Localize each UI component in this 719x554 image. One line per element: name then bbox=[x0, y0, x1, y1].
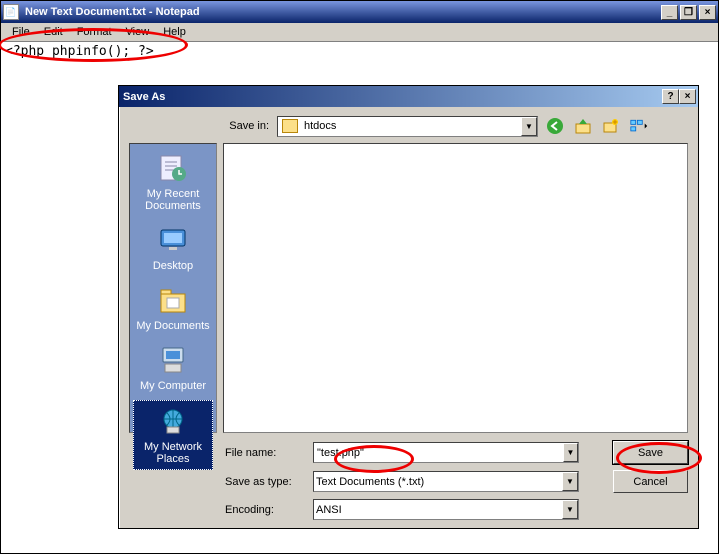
place-label: My Network Places bbox=[134, 441, 212, 465]
place-mydocs[interactable]: My Documents bbox=[133, 280, 213, 336]
save-in-value: htdocs bbox=[302, 120, 521, 132]
my-documents-icon bbox=[157, 284, 189, 316]
desktop-icon bbox=[157, 224, 189, 256]
filename-input[interactable]: ▼ bbox=[313, 442, 579, 463]
notepad-icon: 📄 bbox=[3, 4, 19, 20]
place-label: My Documents bbox=[133, 320, 213, 332]
type-value: Text Documents (*.txt) bbox=[314, 476, 562, 488]
filename-field[interactable] bbox=[314, 447, 563, 459]
my-computer-icon bbox=[157, 344, 189, 376]
menu-file[interactable]: File bbox=[5, 24, 37, 40]
save-as-dialog: Save As ? × Save in: htdocs ▼ bbox=[118, 85, 699, 529]
menubar: File Edit Format View Help bbox=[1, 23, 718, 42]
back-icon[interactable] bbox=[544, 115, 566, 137]
encoding-dropdown[interactable]: ANSI ▼ bbox=[313, 499, 579, 520]
recent-docs-icon bbox=[157, 152, 189, 184]
place-network[interactable]: My Network Places bbox=[133, 400, 213, 470]
dialog-titlebar: Save As ? × bbox=[119, 86, 698, 107]
menu-format[interactable]: Format bbox=[70, 24, 119, 40]
filename-label: File name: bbox=[225, 447, 313, 459]
chevron-down-icon[interactable]: ▼ bbox=[521, 117, 537, 136]
encoding-value: ANSI bbox=[314, 504, 562, 516]
place-desktop[interactable]: Desktop bbox=[133, 220, 213, 276]
place-label: My Recent Documents bbox=[133, 188, 213, 212]
chevron-down-icon[interactable]: ▼ bbox=[562, 472, 578, 491]
dialog-close-button[interactable]: × bbox=[679, 89, 696, 104]
chevron-down-icon[interactable]: ▼ bbox=[563, 443, 578, 462]
places-bar: My Recent Documents Desktop My Documents… bbox=[129, 143, 217, 433]
help-button[interactable]: ? bbox=[662, 89, 679, 104]
place-mycomputer[interactable]: My Computer bbox=[133, 340, 213, 396]
minimize-button[interactable]: _ bbox=[661, 5, 678, 20]
menu-view[interactable]: View bbox=[119, 24, 157, 40]
save-as-type-label: Save as type: bbox=[225, 476, 313, 488]
view-menu-icon[interactable] bbox=[628, 115, 650, 137]
encoding-label: Encoding: bbox=[225, 504, 313, 516]
close-button[interactable]: × bbox=[699, 5, 716, 20]
save-in-label: Save in: bbox=[215, 120, 269, 132]
save-as-type-dropdown[interactable]: Text Documents (*.txt) ▼ bbox=[313, 471, 579, 492]
save-button[interactable]: Save bbox=[613, 441, 688, 464]
save-in-dropdown[interactable]: htdocs ▼ bbox=[277, 116, 538, 137]
titlebar: 📄 New Text Document.txt - Notepad _ ❐ × bbox=[1, 1, 718, 23]
up-one-level-icon[interactable] bbox=[572, 115, 594, 137]
window-title: New Text Document.txt - Notepad bbox=[23, 6, 661, 18]
place-recent[interactable]: My Recent Documents bbox=[133, 148, 213, 216]
file-list[interactable] bbox=[223, 143, 688, 433]
dialog-title: Save As bbox=[121, 91, 662, 103]
menu-edit[interactable]: Edit bbox=[37, 24, 70, 40]
maximize-button[interactable]: ❐ bbox=[680, 5, 697, 20]
folder-icon bbox=[282, 119, 298, 133]
cancel-button[interactable]: Cancel bbox=[613, 470, 688, 493]
menu-help[interactable]: Help bbox=[156, 24, 193, 40]
network-places-icon bbox=[157, 405, 189, 437]
chevron-down-icon[interactable]: ▼ bbox=[562, 500, 578, 519]
place-label: Desktop bbox=[133, 260, 213, 272]
place-label: My Computer bbox=[133, 380, 213, 392]
new-folder-icon[interactable] bbox=[600, 115, 622, 137]
